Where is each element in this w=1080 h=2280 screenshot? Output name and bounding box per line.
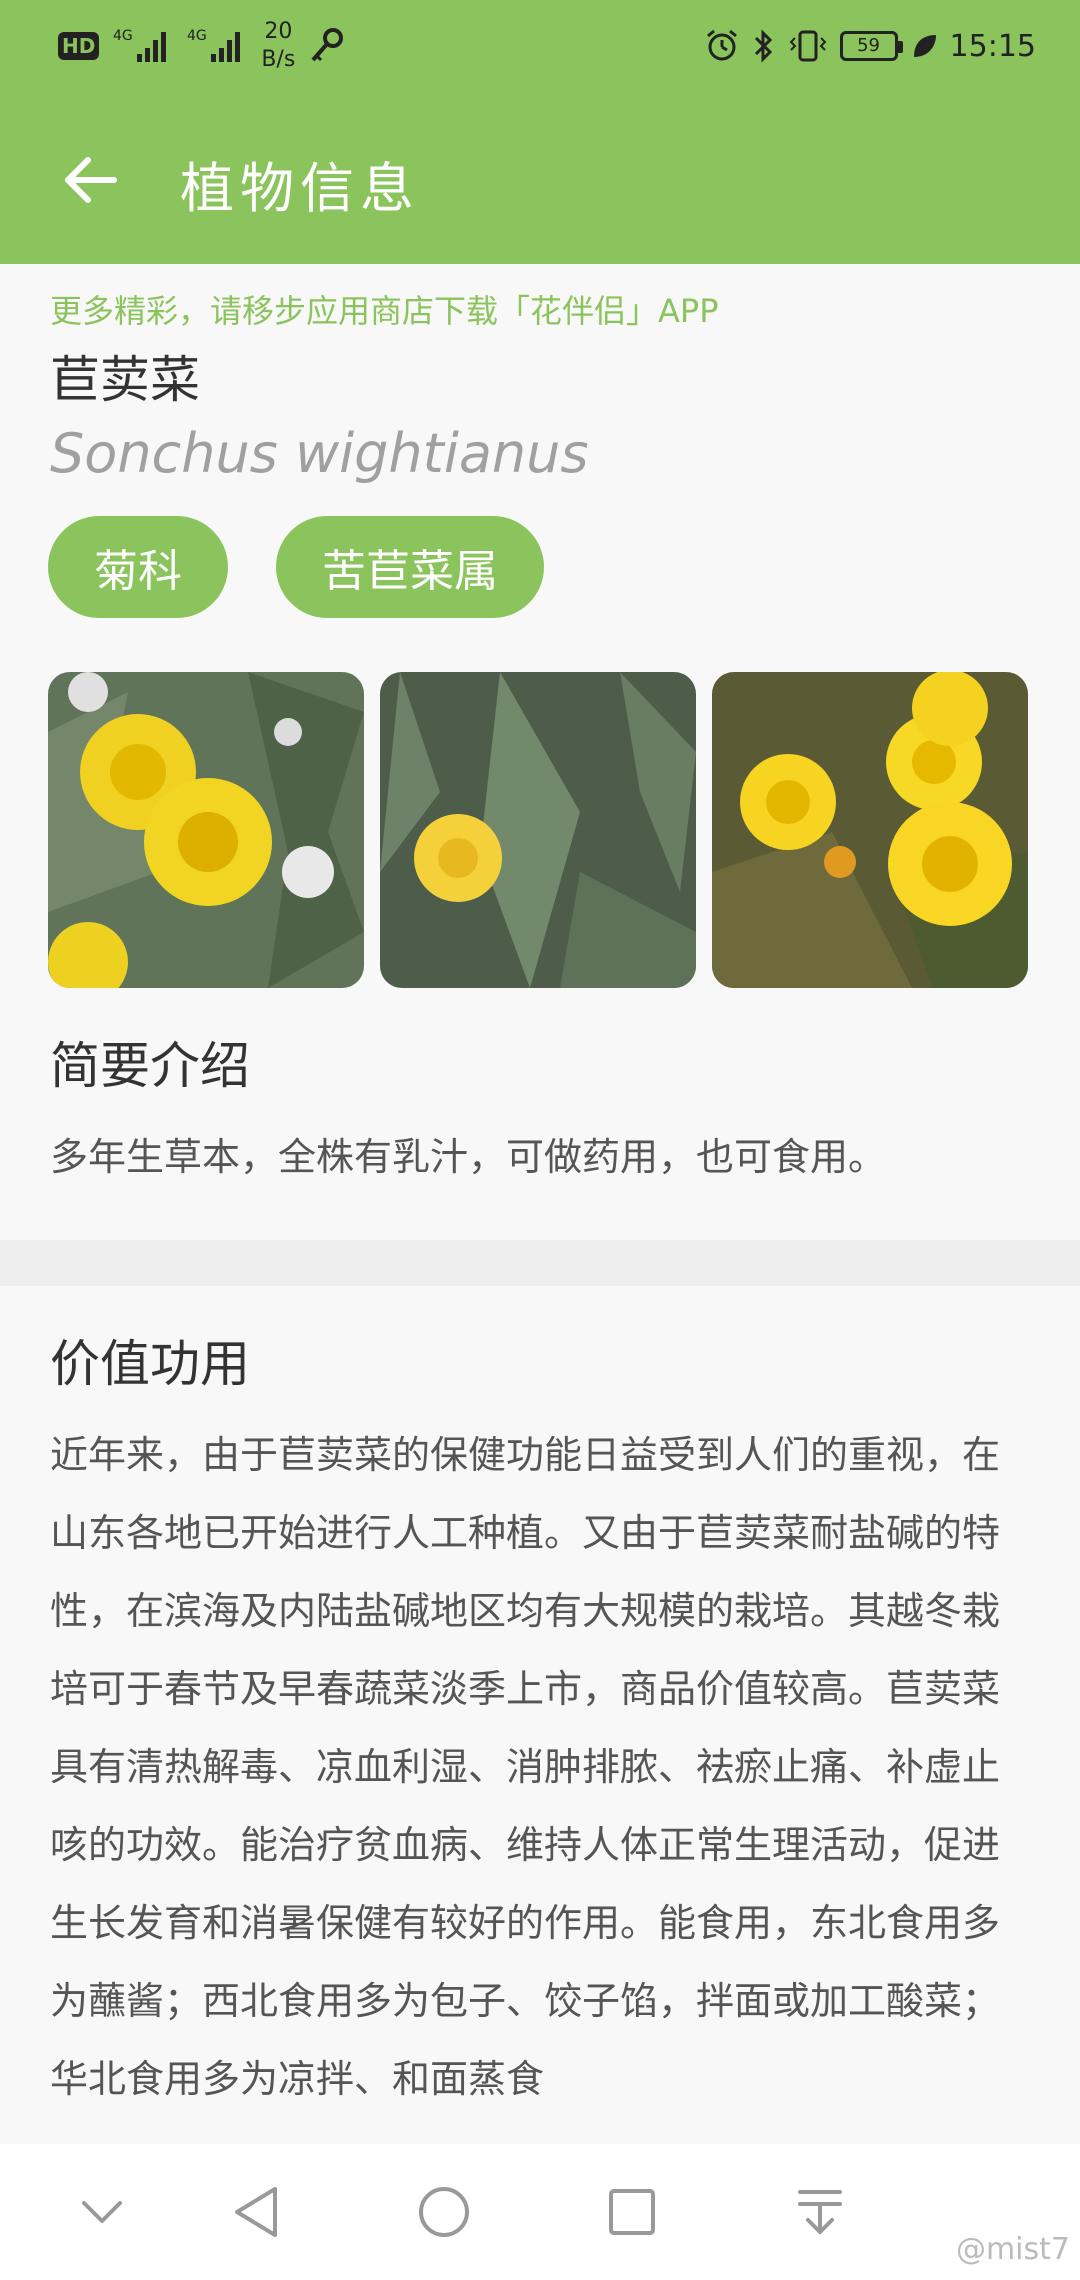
system-nav-bar: @mist7	[0, 2144, 1080, 2280]
signal-icon: 4G	[113, 18, 173, 74]
latin-name: Sonchus wightianus	[50, 422, 589, 485]
app-bar: 植物信息	[0, 96, 1080, 264]
collapse-button[interactable]	[62, 2172, 142, 2252]
intro-text: 多年生草本，全株有乳汁，可做药用，也可食用。	[50, 1135, 887, 1179]
signal-icon-2: 4G	[187, 18, 247, 74]
plant-photo-3[interactable]	[712, 672, 1028, 988]
triangle-back-icon	[235, 2187, 277, 2237]
back-button[interactable]	[52, 142, 128, 218]
notification-pull-button[interactable]	[780, 2172, 860, 2252]
taxonomy-tags: 菊科 苦苣菜属	[48, 516, 544, 618]
plant-photo-1[interactable]	[48, 672, 364, 988]
network-speed: 20 B/s	[261, 19, 296, 72]
plant-name: 苣荬菜	[50, 351, 200, 409]
vibrate-icon	[788, 18, 828, 74]
back-nav-button[interactable]	[216, 2172, 296, 2252]
arrow-left-icon	[65, 157, 117, 203]
home-nav-button[interactable]	[404, 2172, 484, 2252]
photo-gallery	[48, 672, 1028, 988]
promo-banner[interactable]: 更多精彩，请移步应用商店下载「花伴侣」APP	[50, 286, 719, 332]
app-header: HD 4G 4G 20 B/s 59 15:15 植物信息	[0, 0, 1080, 264]
key-icon	[309, 18, 345, 74]
circle-home-icon	[419, 2187, 469, 2237]
battery-icon: 59	[839, 18, 903, 74]
section-divider	[0, 1240, 1080, 1286]
bluetooth-icon	[752, 18, 776, 74]
alarm-icon	[704, 18, 740, 74]
leaf-icon	[910, 18, 938, 74]
hd-badge: HD	[58, 18, 100, 74]
value-heading: 价值功用	[50, 1335, 250, 1393]
square-recents-icon	[609, 2189, 655, 2235]
clock: 15:15	[949, 28, 1036, 64]
value-text: 近年来，由于苣荬菜的保健功能日益受到人们的重视，在山东各地已开始进行人工种植。又…	[50, 1433, 1001, 2101]
chevron-down-icon	[82, 2201, 122, 2223]
plant-photo-2[interactable]	[380, 672, 696, 988]
recents-nav-button[interactable]	[592, 2172, 672, 2252]
intro-heading: 简要介绍	[50, 1037, 250, 1095]
family-tag[interactable]: 菊科	[48, 516, 228, 618]
status-bar: HD 4G 4G 20 B/s 59 15:15	[0, 0, 1080, 96]
plant-detail-content[interactable]: 更多精彩，请移步应用商店下载「花伴侣」APP 苣荬菜 Sonchus wight…	[0, 264, 1080, 2144]
svg-text:4G: 4G	[187, 28, 207, 44]
svg-text:4G: 4G	[113, 28, 133, 44]
genus-tag[interactable]: 苦苣菜属	[276, 516, 544, 618]
pull-down-icon	[798, 2190, 842, 2234]
page-title: 植物信息	[180, 157, 420, 220]
weibo-watermark: @mist7	[955, 2232, 1070, 2267]
